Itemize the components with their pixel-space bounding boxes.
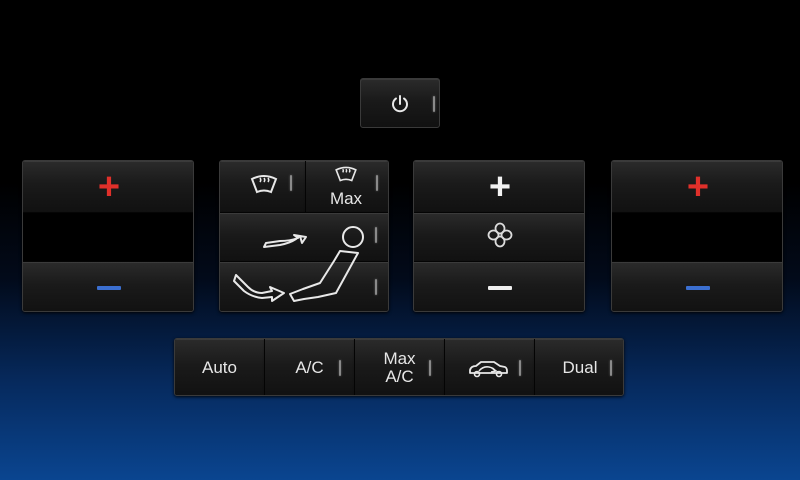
left-temp-increase-button[interactable]: + — [23, 161, 193, 212]
max-defrost-label: Max — [329, 189, 363, 208]
auto-button[interactable]: Auto — [175, 339, 264, 395]
ac-indicator — [339, 360, 341, 376]
fan-panel: + — [413, 160, 585, 312]
upper-vent-indicator — [375, 227, 377, 243]
max-ac-button[interactable]: Max A/C — [355, 339, 444, 395]
ac-label: A/C — [295, 358, 324, 377]
max-defrost-indicator — [376, 175, 378, 191]
defrost-button[interactable] — [220, 161, 305, 212]
max-ac-label-line2: A/C — [385, 367, 414, 386]
windshield-defrost-icon — [333, 165, 359, 188]
minus-icon — [488, 285, 512, 290]
fan-increase-button[interactable]: + — [414, 161, 584, 212]
ac-button[interactable]: A/C — [265, 339, 354, 395]
auto-label: Auto — [202, 358, 237, 377]
left-temp-decrease-button[interactable] — [23, 262, 193, 311]
plus-icon: + — [97, 165, 121, 208]
dual-indicator — [610, 360, 612, 376]
plus-icon: + — [686, 165, 710, 208]
right-temp-display — [612, 213, 782, 261]
left-temp-panel: + — [22, 160, 194, 312]
upper-vent-button[interactable] — [220, 213, 388, 261]
airflow-panel: Max — [219, 160, 389, 312]
minus-icon — [97, 285, 121, 290]
max-defrost-button[interactable]: Max — [306, 161, 388, 212]
windshield-defrost-icon — [249, 173, 279, 200]
floor-vent-button[interactable] — [220, 262, 388, 311]
defrost-indicator — [290, 175, 292, 191]
right-temp-panel: + — [611, 160, 783, 312]
plus-icon: + — [488, 165, 512, 208]
power-button[interactable] — [360, 78, 440, 128]
dual-button[interactable]: Dual — [535, 339, 623, 395]
fan-icon — [486, 221, 514, 254]
floor-vent-indicator — [375, 279, 377, 295]
dual-label: Dual — [562, 358, 598, 377]
recirculation-button[interactable] — [445, 339, 534, 395]
recirculation-icon — [467, 359, 509, 384]
recirculation-indicator — [519, 360, 521, 376]
max-ac-indicator — [429, 360, 431, 376]
power-icon — [390, 94, 410, 119]
left-temp-display — [23, 213, 193, 261]
bottom-bar: Auto A/C Max A/C Dual — [174, 338, 624, 396]
fan-decrease-button[interactable] — [414, 262, 584, 311]
max-ac-label-line1: Max — [383, 349, 416, 368]
minus-icon — [686, 285, 710, 290]
fan-speed-display — [414, 213, 584, 261]
right-temp-increase-button[interactable]: + — [612, 161, 782, 212]
right-temp-decrease-button[interactable] — [612, 262, 782, 311]
power-indicator — [433, 96, 435, 112]
